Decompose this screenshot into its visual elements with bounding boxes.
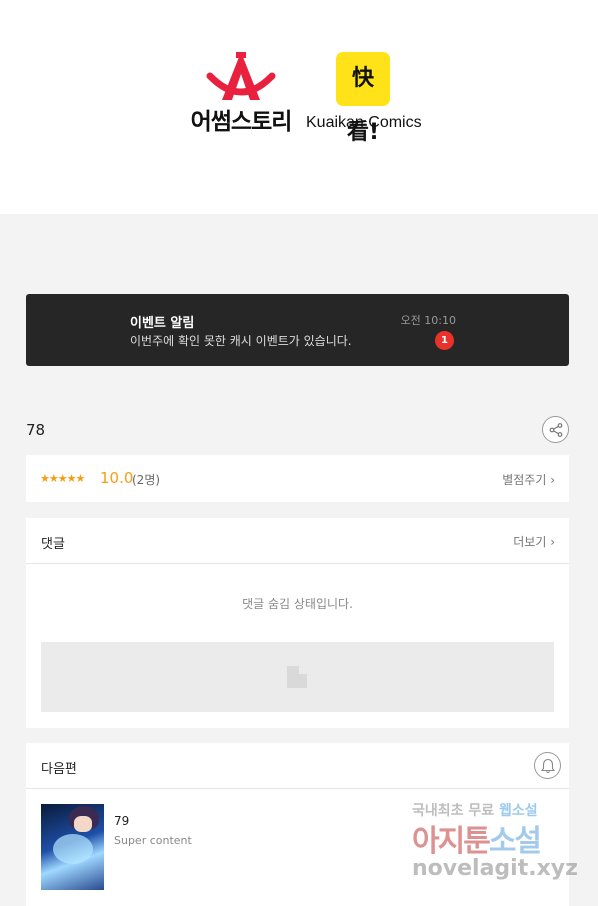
share-icon [549, 423, 563, 437]
site-watermark: 국내최초 무료 웹소설 아지툰소설 novelagit.xyz [412, 800, 582, 890]
notify-button[interactable] [534, 752, 561, 779]
share-button[interactable] [542, 416, 569, 443]
thumbnail-character-face [74, 816, 92, 832]
rate-button[interactable]: 별점주기 › [502, 471, 555, 488]
image-placeholder-icon [287, 666, 307, 688]
rating-stars: ★★★★★ [40, 472, 85, 485]
comments-more-button[interactable]: 더보기 › [513, 533, 555, 550]
episode-title: 78 [26, 421, 46, 439]
next-episode-thumbnail[interactable] [41, 804, 104, 890]
awesome-story-logo: 어썸스토리 [186, 50, 296, 135]
event-notification-banner[interactable]: 이벤트 알림 이번주에 확인 못한 캐시 이벤트가 있습니다. 오전 10:10… [26, 294, 569, 366]
next-episode-header: 다음편 [26, 743, 569, 789]
kuaikan-wordmark: Kuaikan Comics [306, 114, 422, 131]
rating-score: 10.0 [100, 469, 134, 487]
bell-icon [541, 758, 555, 774]
header-logos: 어썸스토리 快看! Kuaikan Comics [0, 0, 598, 214]
thumbnail-glow [53, 834, 93, 864]
watermark-line-3: novelagit.xyz [412, 856, 578, 881]
rating-count: (2명) [132, 473, 161, 487]
comments-hidden-message: 댓글 숨김 상태입니다. [242, 597, 353, 611]
awesome-a-icon [206, 52, 276, 100]
ad-placeholder[interactable] [41, 642, 554, 712]
event-description: 이번주에 확인 못한 캐시 이벤트가 있습니다. [130, 334, 352, 348]
next-episode-title: 다음편 [41, 762, 77, 777]
event-count-badge: 1 [435, 331, 454, 350]
watermark-line-2: 아지툰소설 [412, 824, 542, 859]
awesome-story-wordmark: 어썸스토리 [190, 109, 293, 135]
rating-panel: ★★★★★ 10.0 (2명) 별점주기 › [26, 455, 569, 502]
next-episode-number[interactable]: 79 [114, 814, 129, 828]
kuaikan-logo: 快看! Kuaikan Comics [306, 52, 422, 145]
comments-title: 댓글 [41, 537, 65, 552]
comments-header: 댓글 더보기 › [26, 518, 569, 564]
next-episode-subtitle: Super content [114, 834, 192, 847]
comments-panel: 댓글 더보기 › 댓글 숨김 상태입니다. [26, 518, 569, 728]
kuaikan-badge: 快看! [336, 52, 390, 145]
event-title: 이벤트 알림 [130, 316, 195, 331]
event-time: 오전 10:10 [400, 314, 456, 327]
